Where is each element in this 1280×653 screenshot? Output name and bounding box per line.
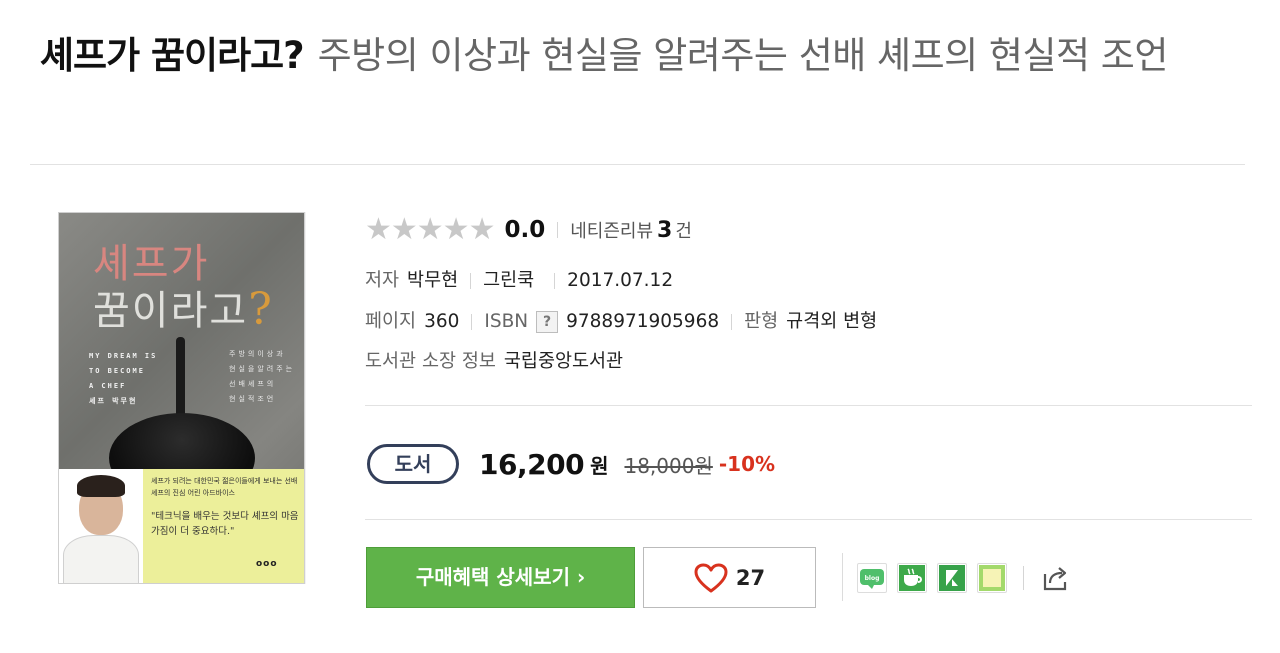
cover-title-q: ? [248,284,274,335]
rating-score: 0.0 [504,217,546,243]
format-label: 판형 [744,311,779,332]
detail-row: 페이지 360 ISBN ? 9788971905968 판형 규격외 변형 [365,309,877,335]
purchase-benefit-button[interactable]: 구매혜택 상세보기 › [366,547,635,608]
cover-english-text: MY DREAM IS TO BECOME A CHEF 셰프 박무현 [89,352,158,405]
rating-row: ★★★★★ 0.0 네티즌리뷰 3 건 [365,215,1065,245]
format-value: 규격외 변형 [786,311,878,332]
like-count: 27 [735,565,766,590]
isbn-value: 9788971905968 [566,311,720,332]
pages-value: 360 [424,311,460,332]
author-label: 저자 [365,270,400,291]
separator [554,273,556,289]
author-photo [59,469,143,583]
cover-title: 셰프가 꿈이라고? [93,241,274,334]
cover-korean-text: 주방의이상과 현실을알려주는 선배셰프의 현실적조언 [229,350,296,403]
share-icon[interactable] [1040,562,1072,594]
separator [731,314,733,330]
title-area: 셰프가 꿈이라고? 주방의 이상과 현실을 알려주는 선배 셰프의 현실적 조언 [40,30,1245,82]
price-unit: 원 [590,453,609,478]
author-link[interactable]: 박무현 [407,268,458,294]
separator [842,553,843,601]
author-row: 저자 박무현 그린쿡 2017.07.12 [365,268,673,294]
discount-rate: -10% [718,452,776,476]
publish-date: 2017.07.12 [567,270,674,291]
separator [557,222,559,238]
review-count[interactable]: 3 [657,218,672,243]
price-row: 도서 16,200 원 18,000원 -10% [367,442,775,486]
svg-text:blog: blog [865,575,880,582]
review-link[interactable]: 네티즌리뷰 [570,217,653,243]
book-title: 셰프가 꿈이라고? [40,34,305,77]
publisher-link[interactable]: 그린쿡 [483,268,534,294]
heart-icon [694,563,728,592]
k-icon[interactable] [937,563,967,593]
cafe-icon[interactable] [897,563,927,593]
divider [365,519,1252,520]
book-subtitle: 주방의 이상과 현실을 알려주는 선배 셰프의 현실적 조언 [317,34,1169,77]
isbn-label: ISBN [484,311,529,332]
divider [365,405,1252,406]
book-cover-image[interactable]: 셰프가 꿈이라고? MY DREAM IS TO BECOME A CHEF 셰… [58,212,305,584]
divider [30,164,1245,165]
separator [471,314,473,330]
library-link[interactable]: 국립중앙도서관 [504,349,623,375]
publisher-logo: ooo [256,559,278,569]
review-unit: 건 [675,221,692,242]
original-price: 18,000원 [624,453,713,478]
book-type-badge: 도서 [367,444,459,484]
separator [470,273,472,289]
blog-icon[interactable]: blog [857,563,887,593]
pages-label: 페이지 [365,311,417,332]
cover-band-quote: "테크닉을 배우는 것보다 셰프의 마음가짐이 더 중요하다." [151,511,299,537]
sale-price: 16,200 [479,447,585,481]
cover-title-line1: 셰프가 [93,241,210,287]
separator [1023,566,1024,590]
library-row: 도서관 소장 정보 국립중앙도서관 [365,349,623,375]
cover-band-text: 셰프가 되려는 대한민국 젊은이들에게 보내는 선배 셰프의 진심 어린 아드바… [151,477,298,497]
library-label: 도서관 소장 정보 [365,351,496,372]
memo-icon[interactable] [977,563,1007,593]
cover-title-line2: 꿈이라고 [93,288,249,334]
star-rating-icon: ★★★★★ [365,212,495,247]
like-button[interactable]: 27 [643,547,816,608]
isbn-help-icon[interactable]: ? [536,311,559,333]
